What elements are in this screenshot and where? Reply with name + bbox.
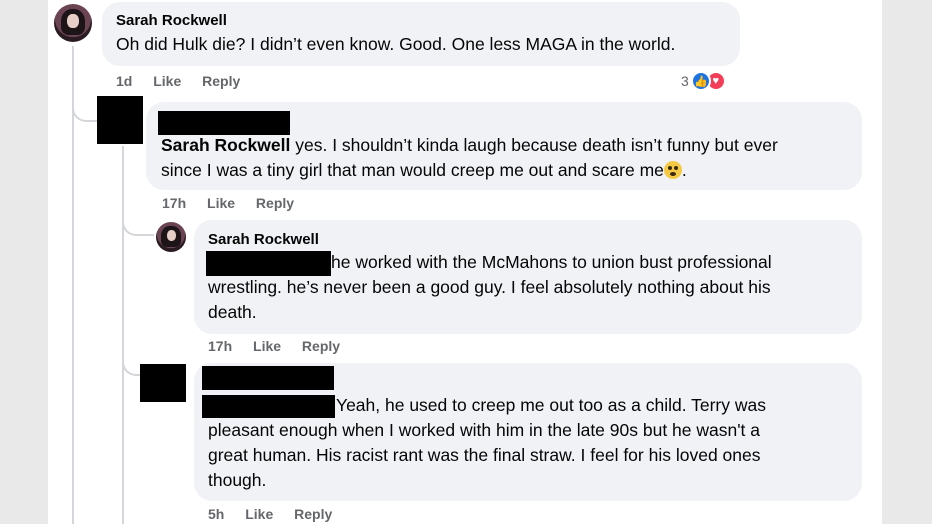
comment-text: death.	[208, 302, 257, 322]
anxious-face-emoji	[663, 161, 682, 179]
comment-author[interactable]: Sarah Rockwell	[116, 12, 227, 29]
mention-link[interactable]: Sarah Rockwell	[161, 135, 290, 155]
comment-timestamp[interactable]: 17h	[162, 195, 186, 211]
thumbs-up-icon: 👍	[690, 71, 711, 91]
thread-line	[122, 146, 124, 524]
redacted-avatar	[140, 364, 186, 402]
reply-button[interactable]: Reply	[294, 506, 332, 522]
redacted-mention	[202, 395, 335, 418]
comment-author[interactable]: Sarah Rockwell	[208, 231, 319, 248]
comment-actions: 17h Like Reply	[162, 195, 294, 211]
reaction-summary[interactable]: 3 👍 ♥	[681, 71, 726, 91]
comment-timestamp[interactable]: 17h	[208, 338, 232, 354]
comment-text: he worked with the McMahons to union bus…	[331, 252, 772, 272]
comment-text: great human. His racist rant was the fin…	[208, 445, 761, 465]
redacted-avatar	[97, 96, 143, 144]
comment-text: Sarah Rockwell yes. I shouldn’t kinda la…	[161, 135, 778, 155]
comment-text: since I was a tiny girl that man would c…	[161, 160, 687, 180]
comment-timestamp[interactable]: 5h	[208, 506, 224, 522]
redacted-author-name	[202, 366, 334, 390]
like-button[interactable]: Like	[153, 73, 181, 89]
reply-button[interactable]: Reply	[256, 195, 294, 211]
comment-text: pleasant enough when I worked with him i…	[208, 420, 761, 440]
comment-actions: 5h Like Reply	[208, 506, 332, 522]
like-button[interactable]: Like	[245, 506, 273, 522]
comment-actions: 1d Like Reply	[116, 73, 240, 89]
thread-elbow	[122, 208, 154, 236]
reply-button[interactable]: Reply	[302, 338, 340, 354]
thread-line	[72, 46, 74, 524]
comment-text: Oh did Hulk die? I didn’t even know. Goo…	[116, 34, 676, 54]
comment-text: though.	[208, 470, 267, 490]
comment-timestamp[interactable]: 1d	[116, 73, 132, 89]
comment-text: Yeah, he used to creep me out too as a c…	[336, 395, 766, 415]
comment-text: wrestling. he’s never been a good guy. I…	[208, 277, 771, 297]
reaction-count: 3	[681, 73, 689, 89]
avatar[interactable]	[156, 222, 186, 252]
reply-button[interactable]: Reply	[202, 73, 240, 89]
comment-actions: 17h Like Reply	[208, 338, 340, 354]
redacted-author-name	[158, 111, 290, 135]
redacted-mention	[206, 251, 331, 276]
like-button[interactable]: Like	[253, 338, 281, 354]
avatar[interactable]	[54, 4, 92, 42]
thread-elbow	[72, 92, 98, 122]
like-button[interactable]: Like	[207, 195, 235, 211]
